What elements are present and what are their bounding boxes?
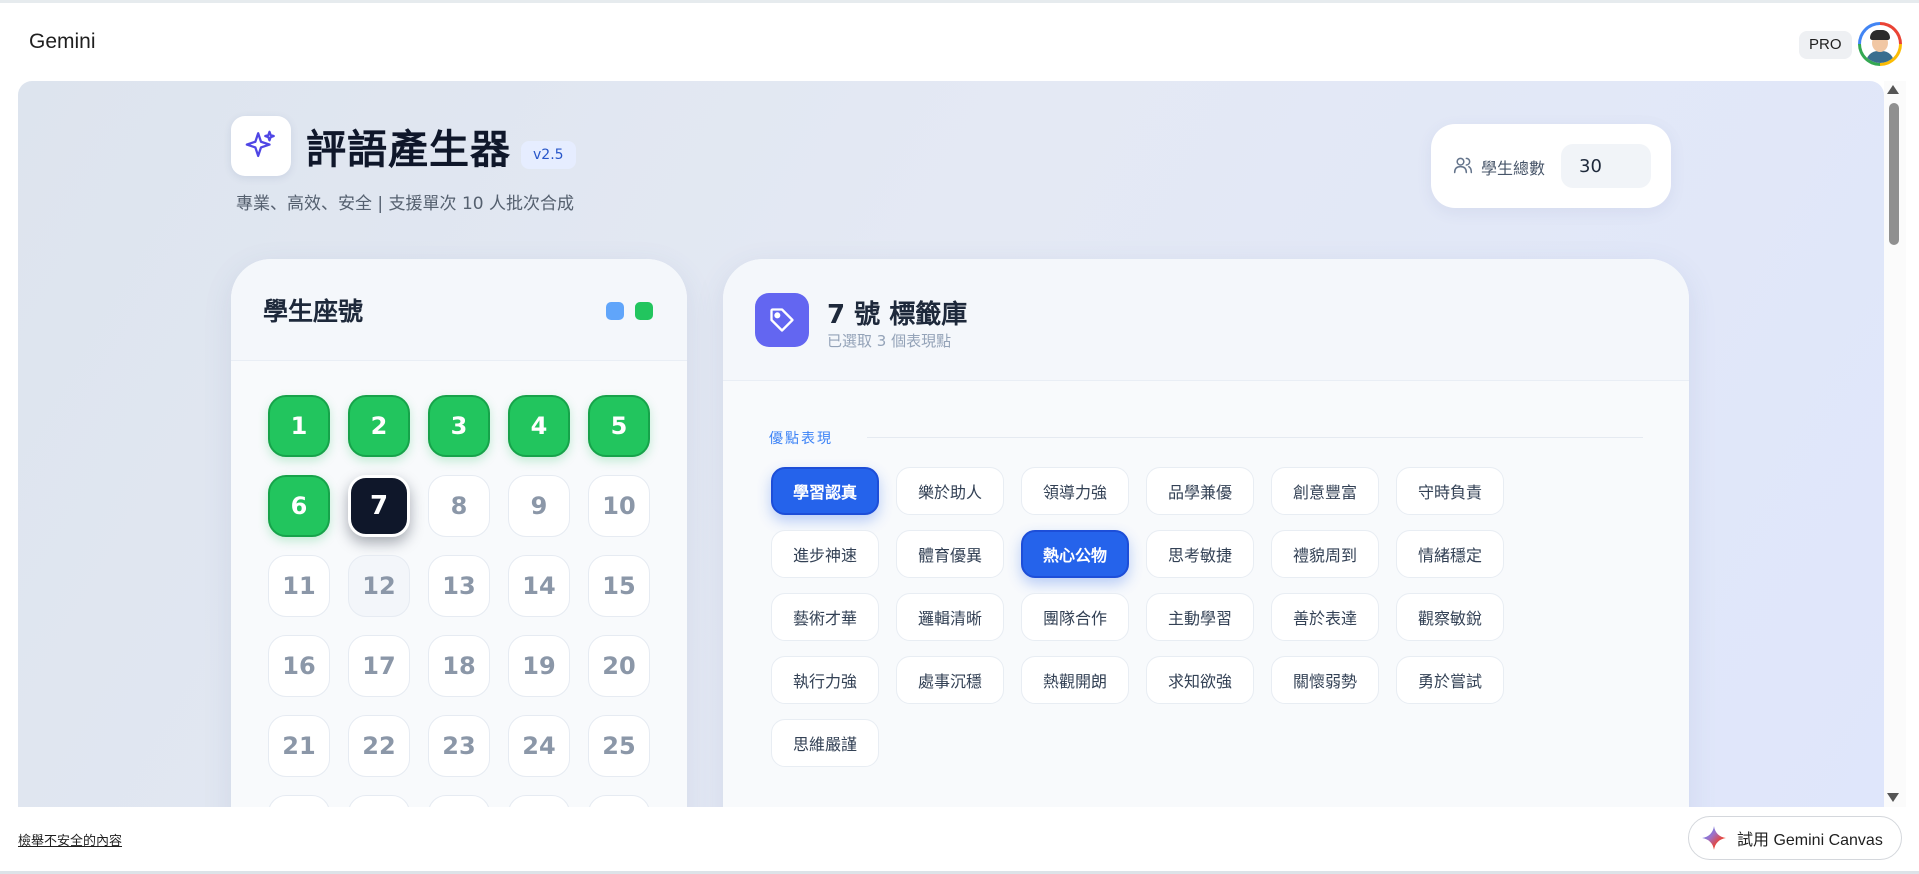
tag-chip[interactable]: 禮貌周到 <box>1271 530 1379 578</box>
tag-chip[interactable]: 守時負責 <box>1396 467 1504 515</box>
sparkle-icon <box>245 130 275 158</box>
tag-panel: 7 號 標籤庫 已選取 3 個表現點 優點表現 學習認真 樂於助人 領導力強 品學兼優… <box>723 259 1689 807</box>
seat-button[interactable]: 9 <box>508 475 570 537</box>
tag-chip[interactable]: 團隊合作 <box>1021 593 1129 641</box>
tag-chip[interactable]: 樂於助人 <box>896 467 1004 515</box>
top-bar: Gemini PRO <box>0 3 1919 81</box>
seat-button[interactable]: 5 <box>588 395 650 457</box>
report-unsafe-link[interactable]: 檢舉不安全的內容 <box>18 830 122 849</box>
seat-button[interactable]: 16 <box>268 635 330 697</box>
canvas-preview: 評語產生器 v2.5 專業、高效、安全 | 支援單次 10 人批次合成 學生總數… <box>18 81 1884 807</box>
tag-chip[interactable]: 藝術才華 <box>771 593 879 641</box>
seat-grid: 1 2 3 4 5 6 7 8 9 10 11 12 13 14 15 16 17 18 19 20 21 22 23 24 2… <box>268 395 650 807</box>
try-canvas-button[interactable]: 試用 Gemini Canvas <box>1688 816 1902 860</box>
seat-button[interactable] <box>268 795 330 807</box>
tag-chip[interactable]: 求知欲強 <box>1146 656 1254 704</box>
tag-chip[interactable]: 熱心公物 <box>1021 530 1129 578</box>
legend-dot-blue <box>606 302 624 320</box>
scrollbar-thumb[interactable] <box>1889 103 1899 245</box>
seat-button[interactable]: 21 <box>268 715 330 777</box>
tag-chip[interactable]: 體育優異 <box>896 530 1004 578</box>
tag-panel-subtitle: 已選取 3 個表現點 <box>827 332 952 350</box>
version-badge: v2.5 <box>521 141 576 169</box>
tag-icon-box <box>755 293 809 347</box>
gemini-brand[interactable]: Gemini <box>29 30 96 54</box>
seat-button[interactable] <box>428 795 490 807</box>
gemini-spark-icon <box>1702 826 1726 850</box>
tag-chip[interactable]: 善於表達 <box>1271 593 1379 641</box>
tag-panel-title: 7 號 標籤庫 <box>827 300 968 330</box>
try-canvas-label: 試用 Gemini Canvas <box>1737 832 1883 849</box>
seat-button[interactable]: 24 <box>508 715 570 777</box>
section-label: 優點表現 <box>769 431 833 447</box>
tag-chip[interactable]: 處事沉穩 <box>896 656 1004 704</box>
tag-chip[interactable]: 情緒穩定 <box>1396 530 1504 578</box>
seat-button[interactable]: 17 <box>348 635 410 697</box>
tag-chip[interactable]: 熱觀開朗 <box>1021 656 1129 704</box>
app-title: 評語產生器 <box>306 127 511 173</box>
app-subtitle: 專業、高效、安全 | 支援單次 10 人批次合成 <box>236 194 574 214</box>
seat-button[interactable]: 2 <box>348 395 410 457</box>
seat-button[interactable]: 7 <box>348 475 410 537</box>
tag-icon <box>770 308 794 332</box>
tag-panel-header: 7 號 標籤庫 已選取 3 個表現點 <box>723 259 1689 381</box>
seat-button[interactable]: 3 <box>428 395 490 457</box>
seat-button[interactable]: 4 <box>508 395 570 457</box>
seat-button[interactable]: 18 <box>428 635 490 697</box>
tag-chip[interactable]: 觀察敏銳 <box>1396 593 1504 641</box>
tag-chip[interactable]: 進步神速 <box>771 530 879 578</box>
seat-button[interactable] <box>588 795 650 807</box>
tag-chip[interactable]: 邏輯清晰 <box>896 593 1004 641</box>
student-count-input[interactable] <box>1561 144 1651 188</box>
bottom-bar <box>0 807 1919 874</box>
seat-button[interactable]: 12 <box>348 555 410 617</box>
tag-grid: 學習認真 樂於助人 領導力強 品學兼優 創意豐富 守時負責進步神速 體育優異 熱心公物 思考敏捷… <box>771 467 1511 767</box>
tag-chip[interactable]: 品學兼優 <box>1146 467 1254 515</box>
tag-chip[interactable]: 領導力強 <box>1021 467 1129 515</box>
seat-button[interactable]: 11 <box>268 555 330 617</box>
tag-chip[interactable]: 學習認真 <box>771 467 879 515</box>
seat-button[interactable]: 6 <box>268 475 330 537</box>
pro-badge[interactable]: PRO <box>1799 31 1852 59</box>
student-count-card: 學生總數 <box>1431 124 1671 208</box>
seat-button[interactable]: 14 <box>508 555 570 617</box>
tag-chip[interactable]: 勇於嘗試 <box>1396 656 1504 704</box>
scroll-up-arrow-icon[interactable] <box>1887 85 1899 94</box>
seat-button[interactable]: 8 <box>428 475 490 537</box>
seat-button[interactable] <box>508 795 570 807</box>
tag-chip[interactable]: 思考敏捷 <box>1146 530 1254 578</box>
seat-button[interactable]: 1 <box>268 395 330 457</box>
seat-button[interactable]: 19 <box>508 635 570 697</box>
legend-dot-green <box>635 302 653 320</box>
users-icon <box>1453 157 1473 174</box>
seat-panel-header: 學生座號 <box>231 259 687 361</box>
tag-chip[interactable]: 主動學習 <box>1146 593 1254 641</box>
tag-chip[interactable]: 思維嚴謹 <box>771 719 879 767</box>
scroll-down-arrow-icon[interactable] <box>1887 793 1899 802</box>
tag-chip[interactable]: 執行力強 <box>771 656 879 704</box>
seat-button[interactable]: 22 <box>348 715 410 777</box>
section-divider <box>867 437 1643 438</box>
app-logo <box>231 116 291 176</box>
seat-button[interactable]: 23 <box>428 715 490 777</box>
student-count-label: 學生總數 <box>1481 159 1546 178</box>
seat-panel-title: 學生座號 <box>263 297 364 326</box>
seat-button[interactable] <box>348 795 410 807</box>
seat-button[interactable]: 10 <box>588 475 650 537</box>
seat-button[interactable]: 15 <box>588 555 650 617</box>
avatar[interactable] <box>1858 22 1902 66</box>
tag-chip[interactable]: 關懷弱勢 <box>1271 656 1379 704</box>
seat-button[interactable]: 13 <box>428 555 490 617</box>
seat-button[interactable]: 20 <box>588 635 650 697</box>
seat-button[interactable]: 25 <box>588 715 650 777</box>
seat-panel: 學生座號 1 2 3 4 5 6 7 8 9 10 11 12 13 14 15 16 17 18 19 20 21 22… <box>231 259 687 807</box>
tag-chip[interactable]: 創意豐富 <box>1271 467 1379 515</box>
